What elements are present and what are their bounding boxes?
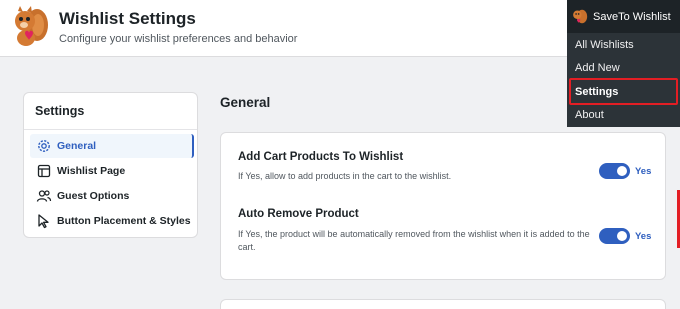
add-cart-toggle-label: Yes: [635, 166, 652, 177]
settings-nav-title: Settings: [35, 104, 85, 118]
nav-item-label: Guest Options: [57, 190, 130, 202]
users-icon: [36, 188, 52, 204]
auto-remove-toggle-label: Yes: [635, 231, 652, 242]
nav-item-wishlist-page[interactable]: Wishlist Page: [30, 159, 194, 183]
section-title: General: [220, 95, 271, 110]
toggle-knob: [617, 166, 627, 176]
squirrel-logo-icon: [15, 6, 48, 46]
option-title-auto-remove: Auto Remove Product: [238, 208, 359, 220]
settings-highlight-box: [569, 78, 678, 105]
admin-menu-title: SaveTo Wishlist: [593, 10, 671, 23]
auto-remove-toggle[interactable]: [599, 228, 630, 244]
nav-item-button-placement[interactable]: Button Placement & Styles: [30, 209, 194, 233]
nav-item-label: Button Placement & Styles: [57, 215, 191, 227]
divider: [24, 129, 197, 130]
squirrel-logo-icon: [573, 9, 588, 24]
page-title: Wishlist Settings: [59, 9, 196, 28]
gear-icon: [36, 138, 52, 154]
admin-menu-item-add-new[interactable]: Add New: [567, 56, 680, 80]
option-desc-auto-remove: If Yes, the product will be automaticall…: [238, 229, 590, 252]
option-desc-add-cart: If Yes, allow to add products in the car…: [238, 171, 452, 181]
nav-item-general[interactable]: General: [30, 134, 194, 158]
settings-nav-card: Settings General Wishlist Page Guest Opt…: [23, 92, 198, 238]
admin-menu-item-all-wishlists[interactable]: All Wishlists: [567, 33, 680, 57]
admin-menu-header[interactable]: SaveTo Wishlist: [567, 0, 680, 33]
option-title-add-cart: Add Cart Products To Wishlist: [238, 151, 404, 163]
cursor-icon: [36, 213, 52, 229]
add-cart-toggle[interactable]: [599, 163, 630, 179]
admin-menu-item-about[interactable]: About: [567, 103, 680, 127]
layout-icon: [36, 163, 52, 179]
nav-item-label: Wishlist Page: [57, 165, 126, 177]
admin-submenu: SaveTo Wishlist All Wishlists Add New Se…: [567, 0, 680, 127]
nav-item-guest-options[interactable]: Guest Options: [30, 184, 194, 208]
nav-item-label: General: [57, 140, 97, 152]
toggle-knob: [617, 231, 627, 241]
general-options-card: Add Cart Products To Wishlist If Yes, al…: [220, 132, 666, 280]
next-options-card: [220, 299, 666, 309]
page-subtitle: Configure your wishlist preferences and …: [59, 33, 298, 45]
